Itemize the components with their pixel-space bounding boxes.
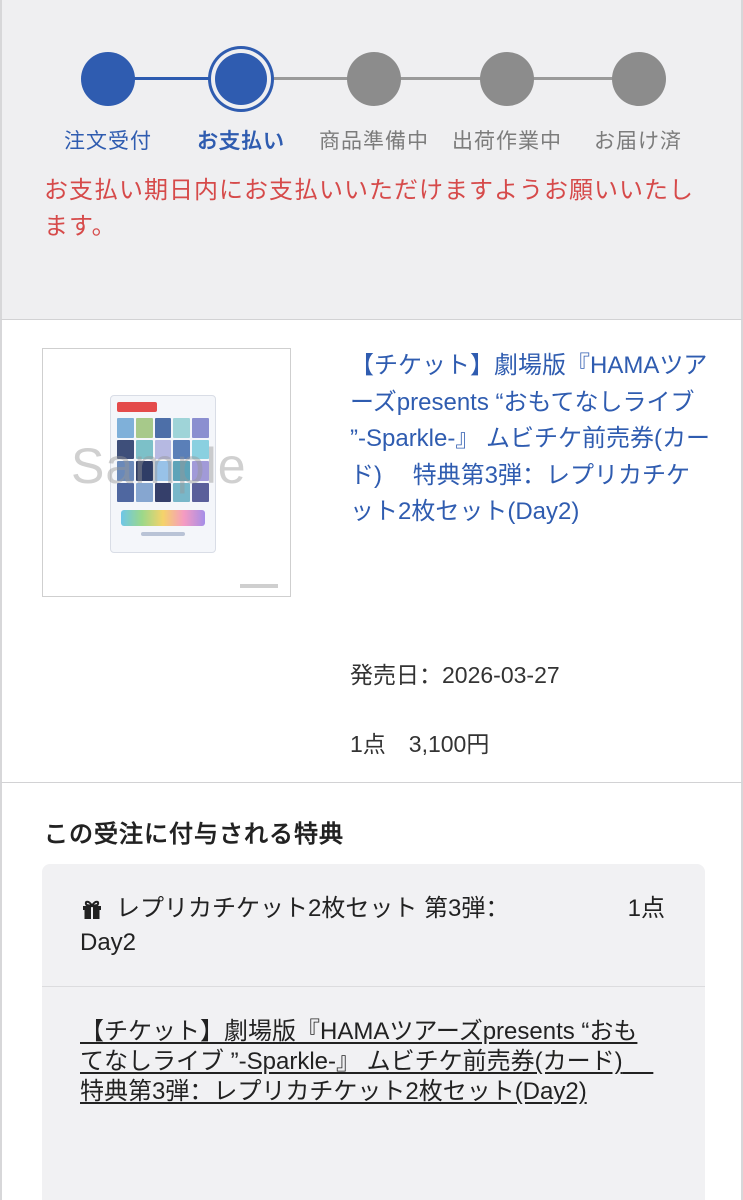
card-subtitle-art [141,532,185,536]
card-title-logo [121,510,205,526]
release-date: 発売日：2026-03-27 [350,662,560,688]
bonus-product-link[interactable]: 【チケット】劇場版『HAMAツアーズpresents “おもてなしライブ ”-S… [80,1017,660,1107]
quantity-price: 1点 3,100円 [350,731,490,757]
bonus-heading: この受注に付与される特典 [44,820,344,848]
bonus-item-row: レプリカチケット2枚セット 第3弾：Day2 1点 [42,864,705,987]
step-circle-order-received [81,52,135,106]
step-label-shipping: 出荷作業中 [452,129,562,153]
card-logo [117,402,157,412]
step-circle-shipping [480,52,534,106]
payment-deadline-notice: お支払い期日内にお支払いいただけますようお願いいたします。 [44,176,694,240]
step-circle-payment [215,53,267,105]
step-label-payment: お支払い [197,129,285,153]
step-circle-preparing [347,52,401,106]
step-circle-delivered [612,52,666,106]
product-title-link[interactable]: 【チケット】劇場版『HAMAツアーズpresents “おもてなしライブ ”-S… [350,348,710,531]
copyright-mark [240,584,278,588]
bonus-item-quantity: 1点 [627,895,665,922]
bonus-card: レプリカチケット2枚セット 第3弾：Day2 1点 【チケット】劇場版『HAMA… [42,864,705,1200]
order-bonus-section: この受注に付与される特典 レプリカチケット2枚セット 第3弾：Day2 1点 【… [0,783,743,1200]
product-image[interactable]: Sample [42,348,291,597]
step-label-preparing: 商品準備中 [319,129,429,153]
sample-watermark: Sample [71,438,247,494]
order-product-section: Sample 【チケット】劇場版『HAMAツアーズpresents “おもてなし… [0,320,743,783]
bonus-item-name: レプリカチケット2枚セット 第3弾：Day2 [80,895,510,956]
step-label-order-received: 注文受付 [64,129,152,153]
order-status-section: 注文受付 お支払い 商品準備中 出荷作業中 お届け済 お支払い期日内にお支払いい… [0,0,743,320]
step-label-delivered: お届け済 [594,129,682,153]
